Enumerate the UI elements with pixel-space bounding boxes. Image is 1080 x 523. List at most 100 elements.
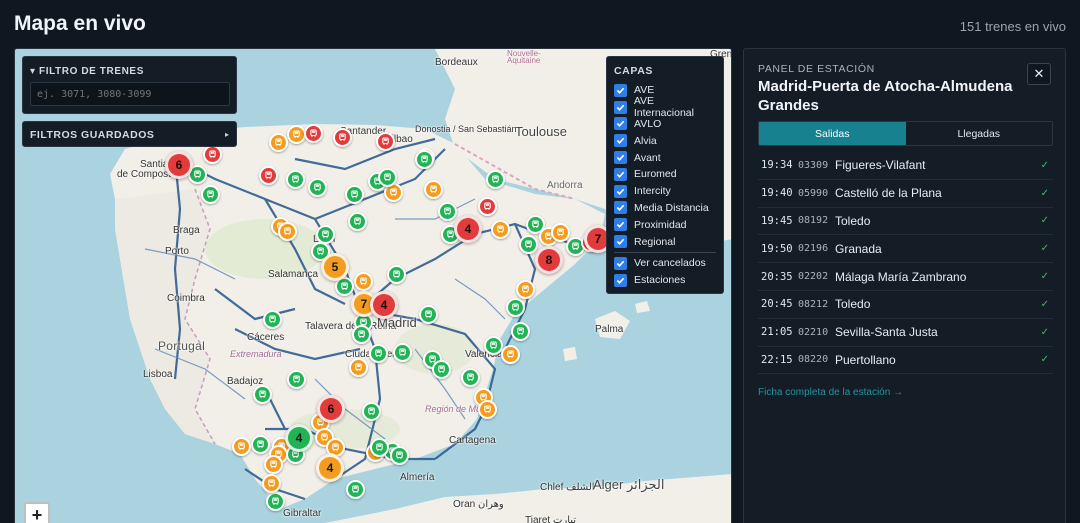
train-marker[interactable] [269, 133, 288, 152]
layer-toggle[interactable]: Intercity [614, 183, 716, 200]
checkbox-checked-icon[interactable] [614, 184, 627, 198]
cluster-marker[interactable]: 8 [535, 246, 563, 274]
checkbox-checked-icon[interactable] [614, 134, 627, 148]
train-marker[interactable] [516, 280, 535, 299]
checkbox-checked-icon[interactable] [614, 167, 627, 181]
layer-toggle[interactable]: Proximidad [614, 216, 716, 233]
layer-toggle[interactable]: Ver cancelados [614, 255, 716, 272]
train-marker[interactable] [203, 145, 222, 164]
map-label: Gibraltar [283, 508, 322, 519]
train-marker[interactable] [333, 128, 352, 147]
train-marker[interactable] [432, 360, 451, 379]
train-marker[interactable] [438, 202, 457, 221]
layer-toggle[interactable]: Euromed [614, 166, 716, 183]
cluster-marker[interactable]: 5 [321, 253, 349, 281]
checkbox-checked-icon[interactable] [614, 83, 627, 97]
train-marker[interactable] [251, 435, 270, 454]
train-marker[interactable] [304, 124, 323, 143]
close-button[interactable]: ✕ [1027, 63, 1051, 85]
train-marker[interactable] [393, 343, 412, 362]
station-details-link[interactable]: Ficha completa de la estación → [758, 387, 903, 398]
departure-time: 19:45 [761, 214, 793, 227]
train-marker[interactable] [264, 455, 283, 474]
train-icon [367, 407, 376, 416]
train-marker[interactable] [348, 212, 367, 231]
layer-toggle[interactable]: Regional [614, 233, 716, 250]
layer-toggle[interactable]: Avant [614, 149, 716, 166]
cluster-marker[interactable]: 4 [370, 291, 398, 319]
train-marker[interactable] [253, 385, 272, 404]
layer-toggle[interactable]: AVE Internacional [614, 95, 716, 119]
departure-row[interactable]: 20:35 02202 Málaga María Zambrano ✓ [758, 263, 1053, 291]
train-marker[interactable] [287, 370, 306, 389]
checkbox-checked-icon[interactable] [614, 256, 627, 270]
tab-salidas[interactable]: Salidas [759, 122, 906, 145]
checkbox-checked-icon[interactable] [614, 273, 627, 287]
layer-toggle[interactable]: Alvia [614, 132, 716, 149]
checkbox-checked-icon[interactable] [614, 201, 627, 215]
tab-llegadas[interactable]: Llegadas [906, 122, 1053, 145]
checkbox-checked-icon[interactable] [614, 117, 627, 131]
layer-toggle[interactable]: Estaciones [614, 272, 716, 289]
departure-row[interactable]: 21:05 02210 Sevilla-Santa Justa ✓ [758, 319, 1053, 347]
train-marker[interactable] [419, 305, 438, 324]
departure-row[interactable]: 22:15 08220 Puertollano ✓ [758, 347, 1053, 375]
checkbox-checked-icon[interactable] [614, 235, 627, 249]
departure-row[interactable]: 19:50 02196 Granada ✓ [758, 235, 1053, 264]
layer-toggle[interactable]: Media Distancia [614, 200, 716, 217]
train-marker[interactable] [387, 265, 406, 284]
train-marker[interactable] [263, 310, 282, 329]
saved-filters-toggle[interactable]: FILTROS GUARDADOS ▸ [22, 121, 237, 147]
train-marker[interactable] [376, 132, 395, 151]
train-marker[interactable] [345, 185, 364, 204]
train-marker[interactable] [478, 197, 497, 216]
cluster-marker[interactable]: 4 [285, 424, 313, 452]
train-marker[interactable] [390, 446, 409, 465]
train-marker[interactable] [278, 222, 297, 241]
train-marker[interactable] [259, 166, 278, 185]
train-marker[interactable] [519, 235, 538, 254]
cluster-marker[interactable]: 4 [454, 215, 482, 243]
map-label: Tiaret تيارت [525, 515, 577, 523]
train-marker[interactable] [461, 368, 480, 387]
train-marker[interactable] [201, 185, 220, 204]
train-marker[interactable] [286, 170, 305, 189]
train-marker[interactable] [415, 150, 434, 169]
train-filter-input[interactable] [30, 82, 230, 106]
train-marker[interactable] [349, 358, 368, 377]
train-marker[interactable] [354, 272, 373, 291]
departure-row[interactable]: 19:34 03309 Figueres-Vilafant ✓ [758, 152, 1053, 180]
cluster-marker[interactable]: 6 [317, 395, 345, 423]
train-icon [354, 363, 363, 372]
destination: Figueres-Vilafant [835, 158, 926, 173]
train-marker[interactable] [370, 438, 389, 457]
train-marker[interactable] [308, 178, 327, 197]
train-marker[interactable] [478, 400, 497, 419]
train-marker[interactable] [266, 492, 285, 511]
train-marker[interactable] [362, 402, 381, 421]
checkbox-checked-icon[interactable] [614, 151, 627, 165]
train-marker[interactable] [551, 223, 570, 242]
cluster-marker[interactable]: 4 [316, 454, 344, 482]
departure-row[interactable]: 19:40 05990 Castelló de la Plana ✓ [758, 180, 1053, 208]
train-icon [353, 217, 362, 226]
train-marker[interactable] [232, 437, 251, 456]
zoom-in-button[interactable]: + [24, 502, 50, 523]
train-marker[interactable] [491, 220, 510, 239]
train-marker[interactable] [369, 344, 388, 363]
train-marker[interactable] [486, 170, 505, 189]
cluster-marker[interactable]: 6 [165, 151, 193, 179]
train-marker[interactable] [262, 474, 281, 493]
train-marker[interactable] [501, 345, 520, 364]
departure-row[interactable]: 20:45 08212 Toledo ✓ [758, 291, 1053, 319]
train-marker[interactable] [511, 322, 530, 341]
checkbox-checked-icon[interactable] [614, 218, 627, 232]
train-marker[interactable] [378, 168, 397, 187]
train-marker[interactable] [352, 325, 371, 344]
checkbox-checked-icon[interactable] [614, 100, 627, 114]
train-marker[interactable] [346, 480, 365, 499]
train-marker[interactable] [424, 180, 443, 199]
train-filter-title[interactable]: ▾ FILTRO DE TRENES [23, 57, 236, 77]
train-marker[interactable] [506, 298, 525, 317]
departure-row[interactable]: 19:45 08192 Toledo ✓ [758, 208, 1053, 236]
